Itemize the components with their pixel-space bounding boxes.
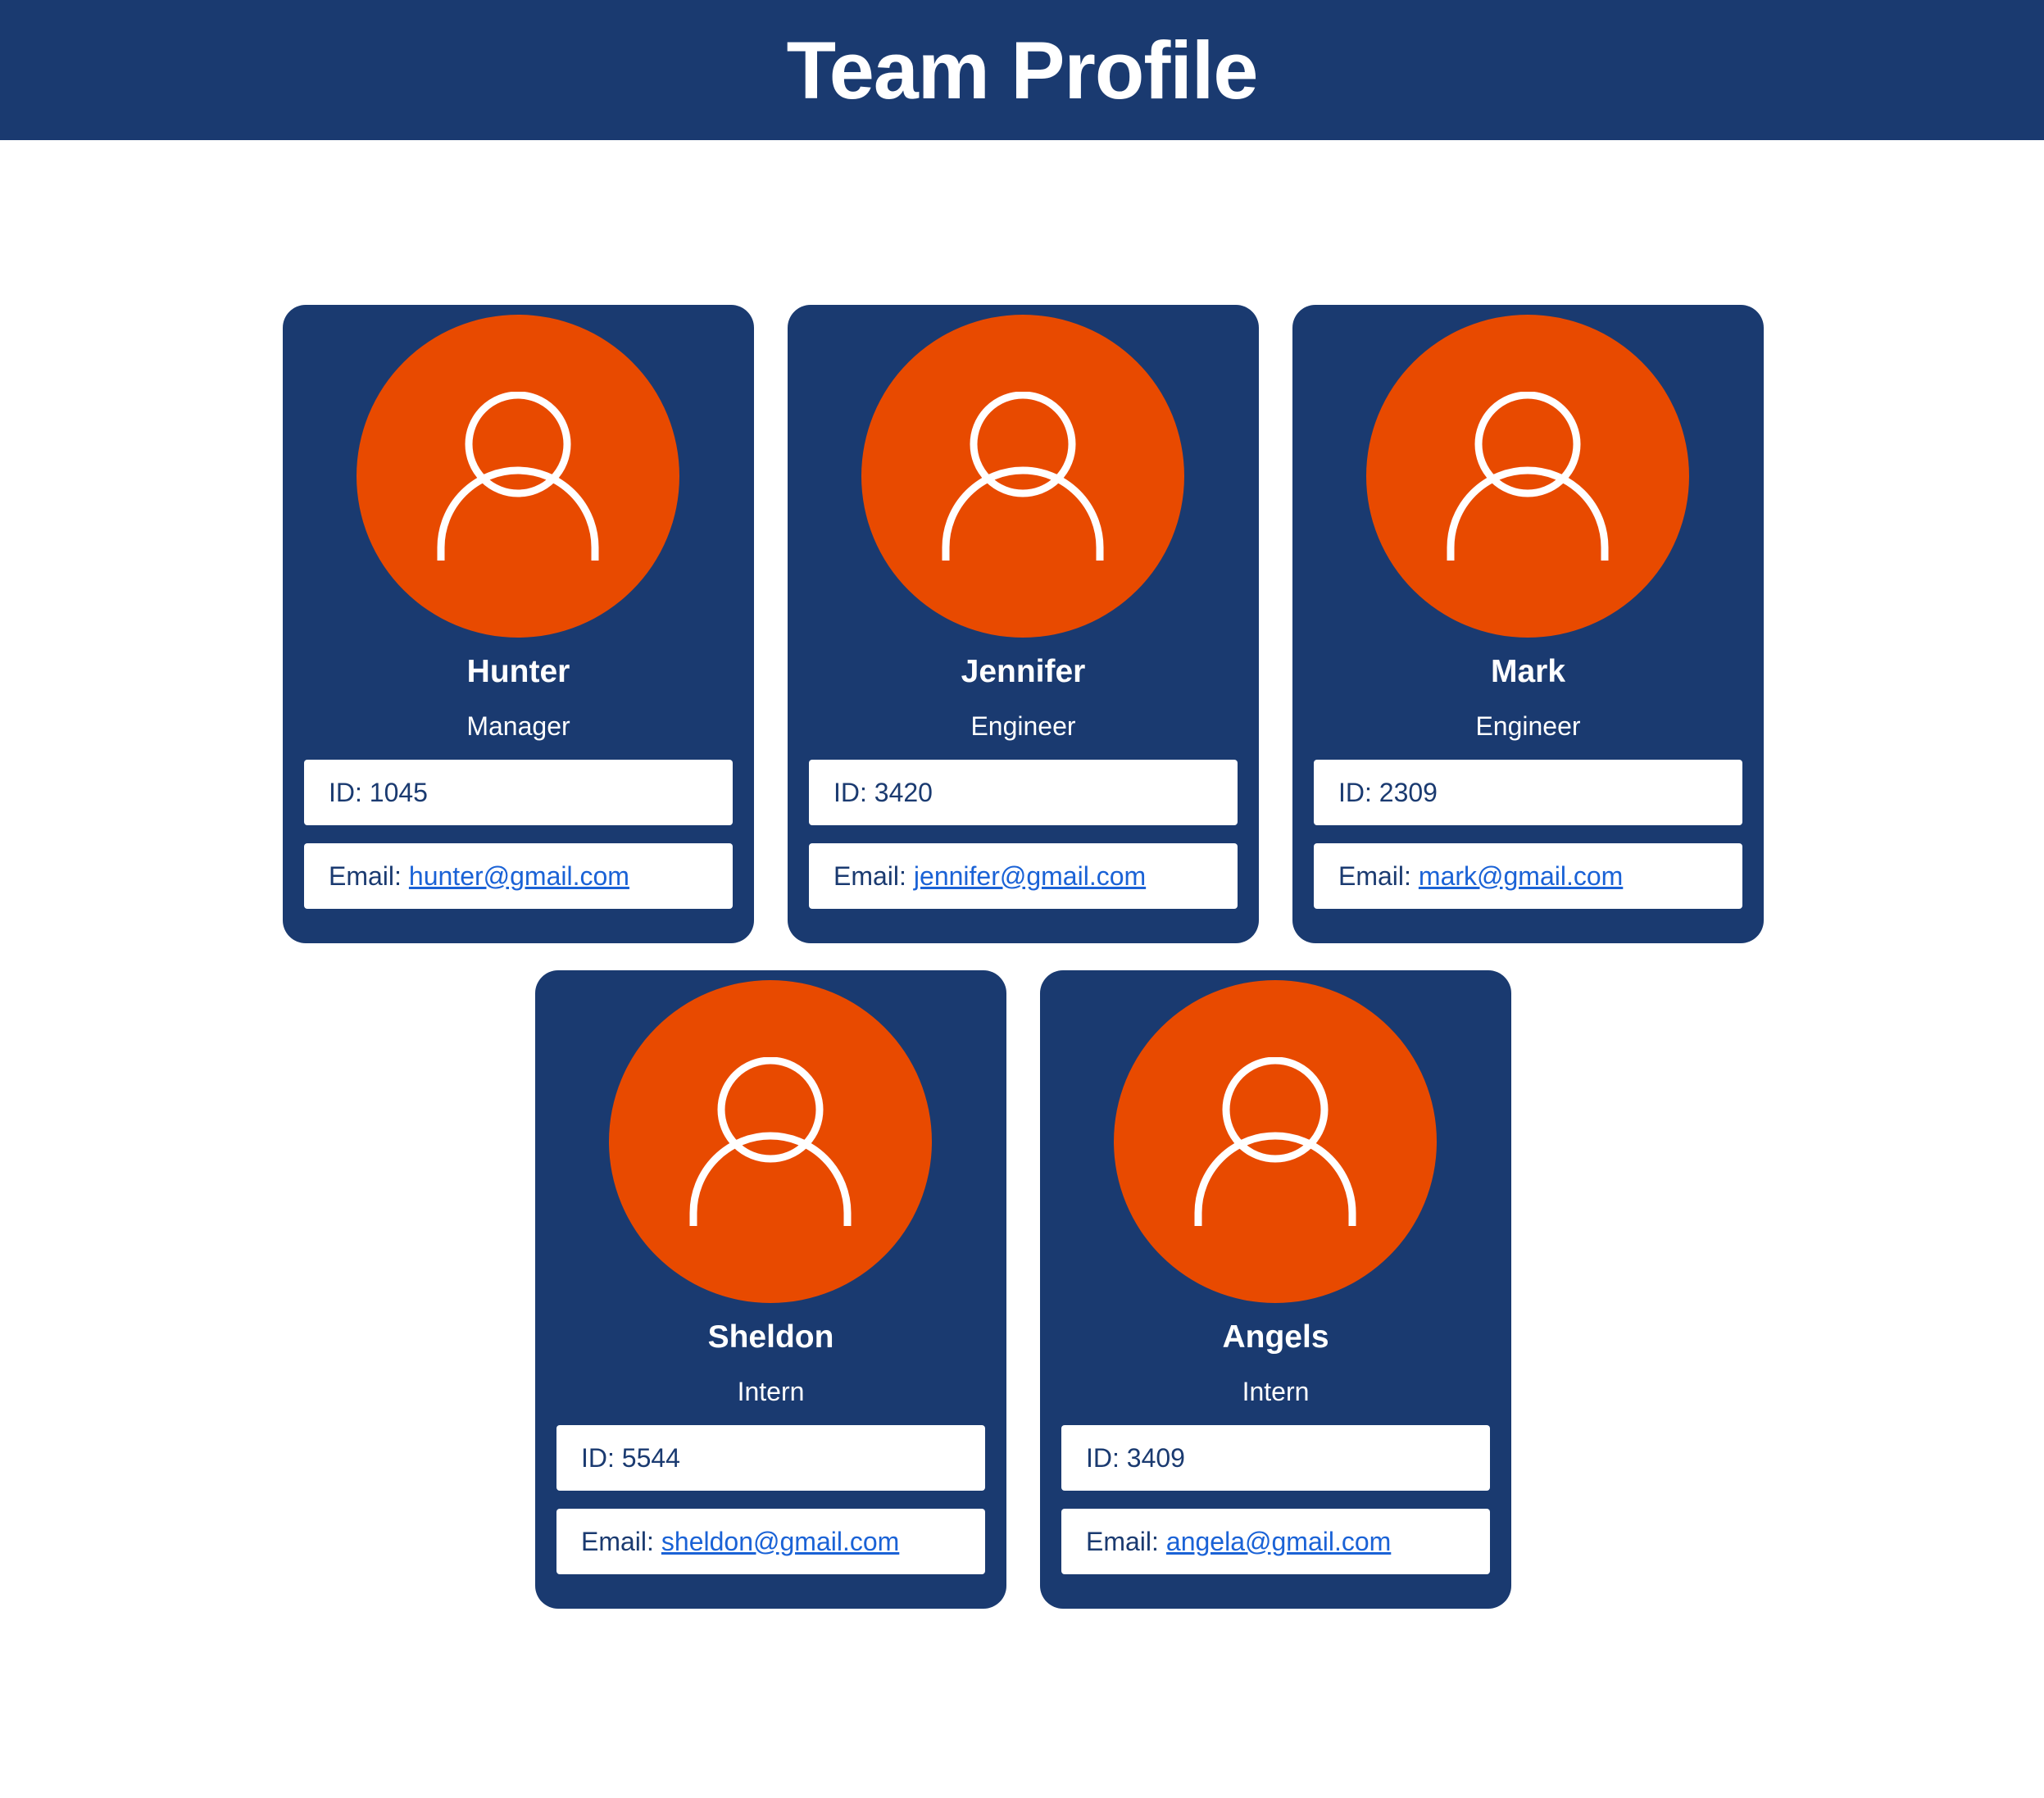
employee-id-field: ID: 3409 [1061, 1425, 1490, 1491]
page-title: Team Profile [786, 24, 1259, 116]
employee-id-field: ID: 2309 [1314, 760, 1742, 825]
employee-email-field: Email: mark@gmail.com [1314, 843, 1742, 909]
employee-name: Jennifer [961, 654, 1086, 689]
id-label: ID: [1338, 777, 1372, 807]
email-label: Email: [1086, 1526, 1159, 1556]
employee-email-field: Email: angela@gmail.com [1061, 1509, 1490, 1574]
id-label: ID: [581, 1442, 615, 1473]
employee-role: Manager [466, 711, 570, 741]
employee-email-field: Email: jennifer@gmail.com [809, 843, 1238, 909]
id-label: ID: [1086, 1442, 1120, 1473]
employee-id-field: ID: 1045 [304, 760, 733, 825]
user-icon [689, 1057, 852, 1226]
user-icon [1194, 1057, 1356, 1226]
page-header: Team Profile [0, 0, 2044, 140]
employee-card: Angels Intern ID: 3409 Email: angela@gmai… [1040, 970, 1511, 1609]
avatar [861, 315, 1184, 638]
id-label: ID: [833, 777, 867, 807]
avatar [357, 315, 679, 638]
id-value: 2309 [1379, 777, 1438, 807]
employee-card: Hunter Manager ID: 1045 Email: hunter@gma… [283, 305, 754, 943]
employee-name: Mark [1490, 654, 1566, 689]
email-label: Email: [833, 860, 906, 891]
id-value: 5544 [621, 1442, 680, 1473]
employee-id-field: ID: 3420 [809, 760, 1238, 825]
employee-email-field: Email: hunter@gmail.com [304, 843, 733, 909]
employee-name: Angels [1222, 1319, 1329, 1355]
employee-card: Jennifer Engineer ID: 3420 Email: jennife… [788, 305, 1259, 943]
employee-role: Engineer [1475, 711, 1581, 741]
email-link[interactable]: angela@gmail.com [1166, 1527, 1391, 1557]
employee-email-field: Email: sheldon@gmail.com [556, 1509, 985, 1574]
user-icon [437, 392, 599, 561]
avatar [1366, 315, 1689, 638]
email-label: Email: [329, 860, 402, 891]
employee-card: Sheldon Intern ID: 5544 Email: sheldon@gm… [535, 970, 1006, 1609]
employee-role: Intern [737, 1377, 805, 1406]
employee-name: Hunter [466, 654, 570, 689]
employee-card: Mark Engineer ID: 2309 Email: mark@gmail.… [1292, 305, 1764, 943]
email-link[interactable]: jennifer@gmail.com [914, 861, 1146, 892]
id-label: ID: [329, 777, 362, 807]
employee-id-field: ID: 5544 [556, 1425, 985, 1491]
employee-role: Engineer [970, 711, 1076, 741]
email-label: Email: [581, 1526, 654, 1556]
id-value: 1045 [369, 777, 428, 807]
id-value: 3409 [1126, 1442, 1185, 1473]
email-link[interactable]: mark@gmail.com [1419, 861, 1623, 892]
user-icon [1447, 392, 1609, 561]
email-label: Email: [1338, 860, 1411, 891]
user-icon [942, 392, 1104, 561]
email-link[interactable]: sheldon@gmail.com [661, 1527, 899, 1557]
employee-name: Sheldon [707, 1319, 834, 1355]
avatar [609, 980, 932, 1303]
id-value: 3420 [874, 777, 933, 807]
email-link[interactable]: hunter@gmail.com [409, 861, 629, 892]
employee-role: Intern [1242, 1377, 1310, 1406]
avatar [1114, 980, 1437, 1303]
